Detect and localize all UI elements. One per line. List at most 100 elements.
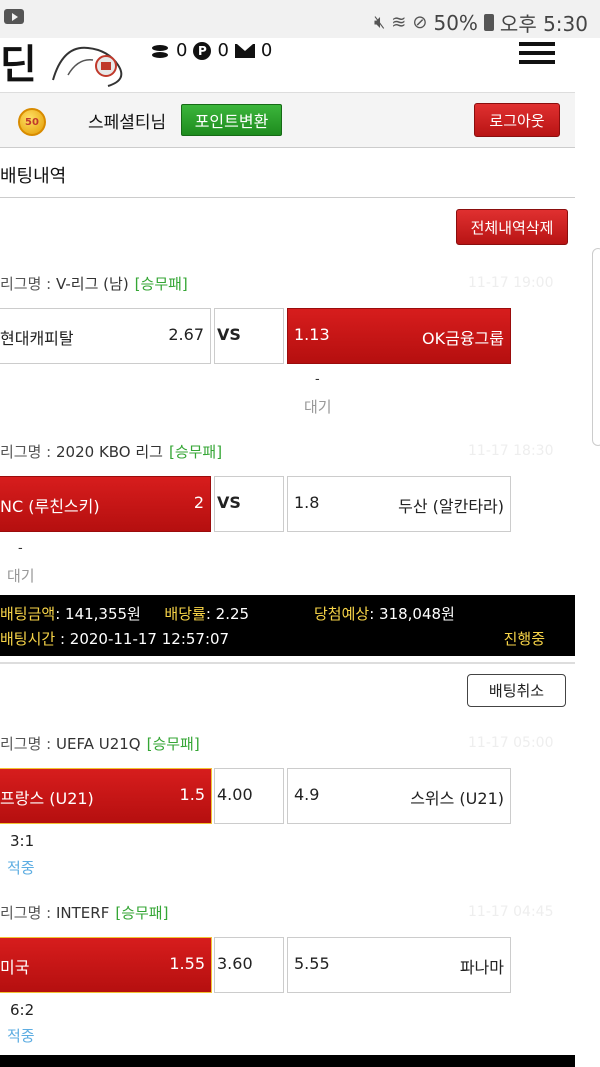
bet-type: [승무패]: [146, 735, 200, 753]
coins-icon: [150, 43, 170, 59]
scroll-indicator[interactable]: [592, 248, 600, 446]
away-team-cell-selected[interactable]: 1.13 OK금융그룹: [287, 308, 511, 364]
draw-odds: 4.00: [217, 785, 253, 804]
logo-illustration: [52, 46, 123, 87]
summary-line-1: 배팅금액: 141,355원 배당률: 2.25: [0, 603, 249, 624]
mute-icon: 🔇︎: [373, 12, 386, 33]
home-odds: 1.55: [169, 954, 205, 973]
match-score: 6:2: [10, 1001, 35, 1019]
draw-cell[interactable]: 3.60: [214, 937, 284, 993]
league-name: UEFA U21Q: [56, 735, 141, 753]
battery-percent: 50%: [433, 10, 478, 35]
bet-rate: : 2.25: [205, 605, 250, 623]
messages-count: 0: [260, 40, 273, 61]
section-header: 배팅내역: [0, 148, 575, 198]
delete-all-history-button[interactable]: 전체내역삭제: [456, 209, 568, 245]
bet-amount: : 141,355원: [55, 605, 141, 623]
level-badge-icon: 50: [18, 108, 46, 136]
match-score: 3:1: [10, 832, 35, 850]
away-team-cell[interactable]: 4.9 스위스 (U21): [287, 768, 511, 824]
header-stats: 0 P 0 0: [150, 40, 272, 61]
away-odds: 1.8: [294, 493, 320, 512]
site-header: 딘 0 P 0 0: [0, 38, 575, 92]
match-time: 11-17 05:00: [468, 735, 554, 751]
league-label: 리그명 :: [0, 275, 56, 293]
draw-cell[interactable]: 4.00: [214, 768, 284, 824]
away-team-cell[interactable]: 5.55 파나마: [287, 937, 511, 993]
home-odds: 2: [193, 493, 204, 512]
bet-summary: 배팅금액: 141,355원 배당률: 2.25 당첨예상: 318,048원 …: [0, 595, 575, 656]
clock: 오후 5:30: [499, 12, 588, 36]
home-team-cell-selected[interactable]: 프랑스 (U21) 1.5: [0, 768, 212, 824]
home-team-cell-selected[interactable]: 미국 1.55: [0, 937, 212, 993]
home-team: 프랑스 (U21): [0, 789, 94, 808]
bet-time: : 2020-11-17 12:57:07: [55, 630, 230, 648]
league-line: 리그명 : UEFA U21Q [승무패]: [0, 733, 200, 754]
coins-count: 0: [176, 40, 188, 61]
home-odds: 2.67: [168, 325, 204, 344]
app-notification-icon: [4, 9, 24, 24]
draw-cell[interactable]: VS: [214, 476, 284, 532]
vs-label: VS: [217, 493, 241, 512]
league-line: 리그명 : V-리그 (남) [승무패]: [0, 273, 188, 294]
bet-type: [승무패]: [134, 275, 188, 293]
points-count: 0: [217, 40, 229, 61]
page-title: 배팅내역: [0, 166, 67, 187]
result-dash: -: [18, 541, 23, 556]
summary-line-2: 배팅시간 : 2020-11-17 12:57:07: [0, 628, 229, 649]
menu-icon[interactable]: [519, 42, 555, 66]
away-team: OK금융그룹: [422, 329, 504, 348]
match-time: 11-17 04:45: [468, 904, 554, 920]
logout-button[interactable]: 로그아웃: [474, 103, 560, 137]
mail-icon[interactable]: [234, 43, 255, 58]
league-line: 리그명 : INTERF [승무패]: [0, 902, 168, 923]
draw-cell[interactable]: VS: [214, 308, 284, 364]
result-status: 적중: [7, 859, 35, 877]
away-odds: 1.13: [294, 325, 330, 344]
league-name: V-리그 (남): [56, 275, 129, 293]
draw-odds: 3.60: [217, 954, 253, 973]
home-odds: 1.5: [179, 785, 205, 804]
bet-type: [승무패]: [115, 904, 169, 922]
amount-label: 배팅금액: [0, 605, 56, 623]
home-team-cell-selected[interactable]: NC (루친스키) 2: [0, 476, 211, 532]
status-icons: 🔇︎ ≋ ⊘ 50% 오후 5:30: [374, 8, 588, 37]
away-odds: 4.9: [294, 785, 320, 804]
away-team-cell[interactable]: 1.8 두산 (알칸타라): [287, 476, 511, 532]
bet-status: 진행중: [503, 630, 545, 648]
bet-time-label: 배팅시간: [0, 630, 56, 648]
away-team: 스위스 (U21): [410, 789, 504, 808]
rate-label: 배당률: [164, 605, 206, 623]
user-bar: 50 스페셜티님 포인트변환 로그아웃: [0, 92, 575, 148]
expected-win: : 318,048원: [369, 605, 455, 623]
result-status: 대기: [304, 398, 332, 416]
cancel-bet-button[interactable]: 배팅취소: [467, 674, 566, 707]
result-status: 대기: [7, 567, 35, 585]
away-odds: 5.55: [294, 954, 330, 973]
league-line: 리그명 : 2020 KBO 리그 [승무패]: [0, 441, 222, 462]
result-status: 적중: [7, 1027, 35, 1045]
point-convert-button[interactable]: 포인트변환: [181, 104, 282, 136]
next-summary-bar: [0, 1055, 575, 1067]
league-name: INTERF: [56, 904, 110, 922]
wifi-icon: ≋: [391, 12, 407, 33]
league-label: 리그명 :: [0, 735, 56, 753]
home-team: 현대캐피탈: [0, 329, 74, 348]
no-sim-icon: ⊘: [412, 12, 428, 33]
away-team: 두산 (알칸타라): [398, 497, 504, 516]
home-team: NC (루친스키): [0, 497, 100, 516]
summary-expect: 당첨예상: 318,048원: [314, 603, 455, 624]
match-time: 11-17 18:30: [468, 443, 554, 459]
expect-label: 당첨예상: [314, 605, 370, 623]
home-team: 미국: [0, 958, 30, 977]
home-team-cell[interactable]: 현대캐피탈 2.67: [0, 308, 211, 364]
site-logo[interactable]: 딘: [0, 38, 37, 90]
battery-icon: [483, 14, 494, 31]
match-time: 11-17 19:00: [468, 275, 554, 291]
league-name: 2020 KBO 리그: [56, 443, 163, 461]
username: 스페셜티님: [88, 113, 167, 133]
league-label: 리그명 :: [0, 443, 56, 461]
points-icon: P: [193, 41, 212, 60]
status-bar: 🔇︎ ≋ ⊘ 50% 오후 5:30: [0, 0, 600, 38]
league-label: 리그명 :: [0, 904, 56, 922]
